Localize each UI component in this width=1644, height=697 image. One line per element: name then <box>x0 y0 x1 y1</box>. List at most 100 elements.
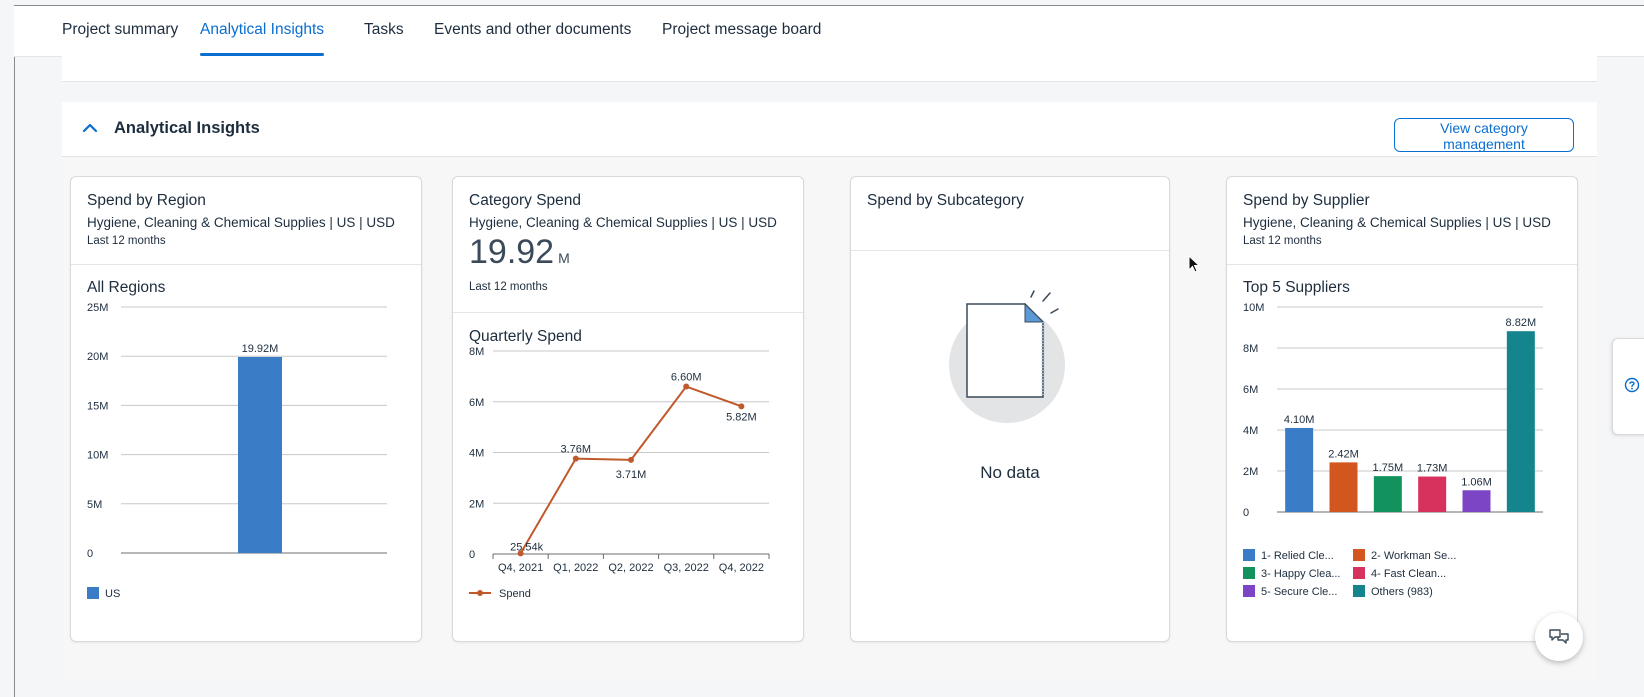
data-label: 3.76M <box>561 444 592 456</box>
data-label: 1.73M <box>1417 463 1448 475</box>
tab-tasks[interactable]: Tasks <box>364 6 404 56</box>
y-tick-label: 0 <box>87 548 93 560</box>
tab-analytical-insights[interactable]: Analytical Insights <box>200 6 325 56</box>
card-divider <box>453 312 803 313</box>
y-tick-label: 4M <box>469 448 484 460</box>
supplier-bar <box>1418 476 1447 512</box>
chevron-up-icon[interactable] <box>80 118 100 138</box>
supplier-bar <box>1506 331 1535 512</box>
data-point <box>683 383 690 390</box>
feedback-button[interactable] <box>1535 613 1583 661</box>
spend-by-region-card[interactable]: Spend by Region Hygiene, Cleaning & Chem… <box>70 176 422 642</box>
analytical-insights-section: Analytical Insights View category manage… <box>62 102 1597 680</box>
legend-swatch <box>1243 549 1255 561</box>
quarterly-line-chart: 0 2M 4M 6M 8M Q4, 2021 Q1, 2022 Q2, 2022 Q3, 202… <box>469 347 770 600</box>
x-tick-label: Q1, 2022 <box>553 562 598 574</box>
kpi-value: 19.92 M <box>469 233 570 271</box>
tab-project-message-board[interactable]: Project message board <box>662 6 821 56</box>
x-tick-label: Q2, 2022 <box>608 562 653 574</box>
supplier-bar <box>1285 427 1314 512</box>
legend-label: 5- Secure Cle... <box>1261 586 1338 598</box>
legend-item: 1- Relied Cle... <box>1243 549 1334 562</box>
y-tick-label: 0 <box>1243 507 1249 519</box>
y-tick-label: 6M <box>1243 384 1258 396</box>
supplier-bar <box>1462 490 1491 512</box>
y-tick-label: 15M <box>87 400 108 412</box>
category-spend-card[interactable]: Category Spend Hygiene, Cleaning & Chemi… <box>452 176 804 642</box>
data-label: 6.60M <box>671 372 702 384</box>
legend-label: Spend <box>499 588 531 600</box>
region-bar-chart: 0 5M 10M 15M 20M 25M 19.92M US <box>87 302 387 600</box>
legend-item: 5- Secure Cle... <box>1243 585 1337 598</box>
bar-us <box>238 356 282 553</box>
y-tick-label: 8M <box>1243 343 1258 355</box>
card-period: Last 12 months <box>469 281 548 293</box>
legend-swatch <box>1243 585 1255 597</box>
y-tick-label: 25M <box>87 302 108 314</box>
card-subtitle: Hygiene, Cleaning & Chemical Supplies | … <box>87 215 395 230</box>
legend-label: Others (983) <box>1371 586 1433 598</box>
y-tick-label: 2M <box>1243 466 1258 478</box>
data-label: 3.71M <box>616 469 647 481</box>
spend-by-subcategory-card[interactable]: Spend by Subcategory No data <box>850 176 1170 642</box>
kpi-unit: M <box>558 250 570 266</box>
legend-label: 1- Relied Cle... <box>1261 550 1334 562</box>
data-label: 1.06M <box>1461 476 1492 488</box>
card-divider <box>71 264 421 265</box>
data-label: 19.92M <box>242 343 279 355</box>
y-tick-label: 8M <box>469 347 484 358</box>
chat-bubbles-icon <box>1549 629 1569 644</box>
data-label: 8.82M <box>1506 317 1537 329</box>
legend-swatch <box>1243 567 1255 579</box>
card-period: Last 12 months <box>87 235 166 247</box>
supplier-bar <box>1329 462 1358 512</box>
legend-label: 3- Happy Clea... <box>1261 568 1341 580</box>
section-title: Analytical Insights <box>114 119 260 137</box>
y-tick-label: 0 <box>469 549 475 561</box>
y-tick-label: 10M <box>1243 302 1264 314</box>
tab-bar: Project summary Analytical Insights Task… <box>14 6 1644 57</box>
legend-swatch <box>1353 567 1365 579</box>
chart-title: All Regions <box>87 279 166 296</box>
tab-project-summary[interactable]: Project summary <box>62 6 178 56</box>
data-label: 4.10M <box>1284 414 1315 426</box>
data-point <box>628 456 634 463</box>
legend-item: 4- Fast Clean... <box>1353 567 1446 580</box>
card-subtitle: Hygiene, Cleaning & Chemical Supplies | … <box>1243 215 1551 230</box>
legend-item: 3- Happy Clea... <box>1243 567 1340 580</box>
card-title: Spend by Region <box>87 192 206 209</box>
data-point <box>738 403 745 410</box>
data-label: 5.82M <box>726 411 757 423</box>
legend-swatch <box>87 587 99 599</box>
y-tick-label: 10M <box>87 450 108 462</box>
x-tick-label: Q4, 2021 <box>498 562 543 574</box>
chart-title: Top 5 Suppliers <box>1243 279 1350 296</box>
tab-events-documents[interactable]: Events and other documents <box>434 6 631 56</box>
card-divider <box>1227 264 1577 265</box>
supplier-bar-chart: 0 2M 4M 6M 8M 10M 4.10M 2.42M 1.75M 1.73M 1.06M 8.8… <box>1243 302 1543 519</box>
section-header: Analytical Insights View category manage… <box>62 102 1597 157</box>
card-title: Category Spend <box>469 192 582 209</box>
y-tick-label: 20M <box>87 351 108 363</box>
view-category-management-button[interactable]: View category management <box>1394 118 1574 152</box>
help-side-tab[interactable] <box>1612 338 1644 435</box>
supplier-bar <box>1373 476 1402 512</box>
y-tick-label: 6M <box>469 397 484 409</box>
spend-by-supplier-card[interactable]: Spend by Supplier Hygiene, Cleaning & Ch… <box>1226 176 1578 642</box>
chart-title: Quarterly Spend <box>469 328 582 345</box>
card-title: Spend by Supplier <box>1243 192 1370 209</box>
y-tick-label: 2M <box>469 498 484 510</box>
question-circle-icon[interactable] <box>1624 377 1640 393</box>
data-point <box>572 455 579 462</box>
data-label: 2.42M <box>1328 448 1359 460</box>
mouse-cursor-icon <box>1188 255 1201 273</box>
card-title: Spend by Subcategory <box>867 192 1024 209</box>
x-tick-label: Q3, 2022 <box>664 562 709 574</box>
card-subtitle: Hygiene, Cleaning & Chemical Supplies | … <box>469 215 777 230</box>
x-tick-label: Q4, 2022 <box>719 562 764 574</box>
no-data-message: No data <box>980 463 1040 482</box>
legend-label: 4- Fast Clean... <box>1371 568 1447 580</box>
data-label: 25.54k <box>510 541 544 553</box>
legend-swatch <box>1353 585 1365 597</box>
legend-swatch <box>1353 549 1365 561</box>
